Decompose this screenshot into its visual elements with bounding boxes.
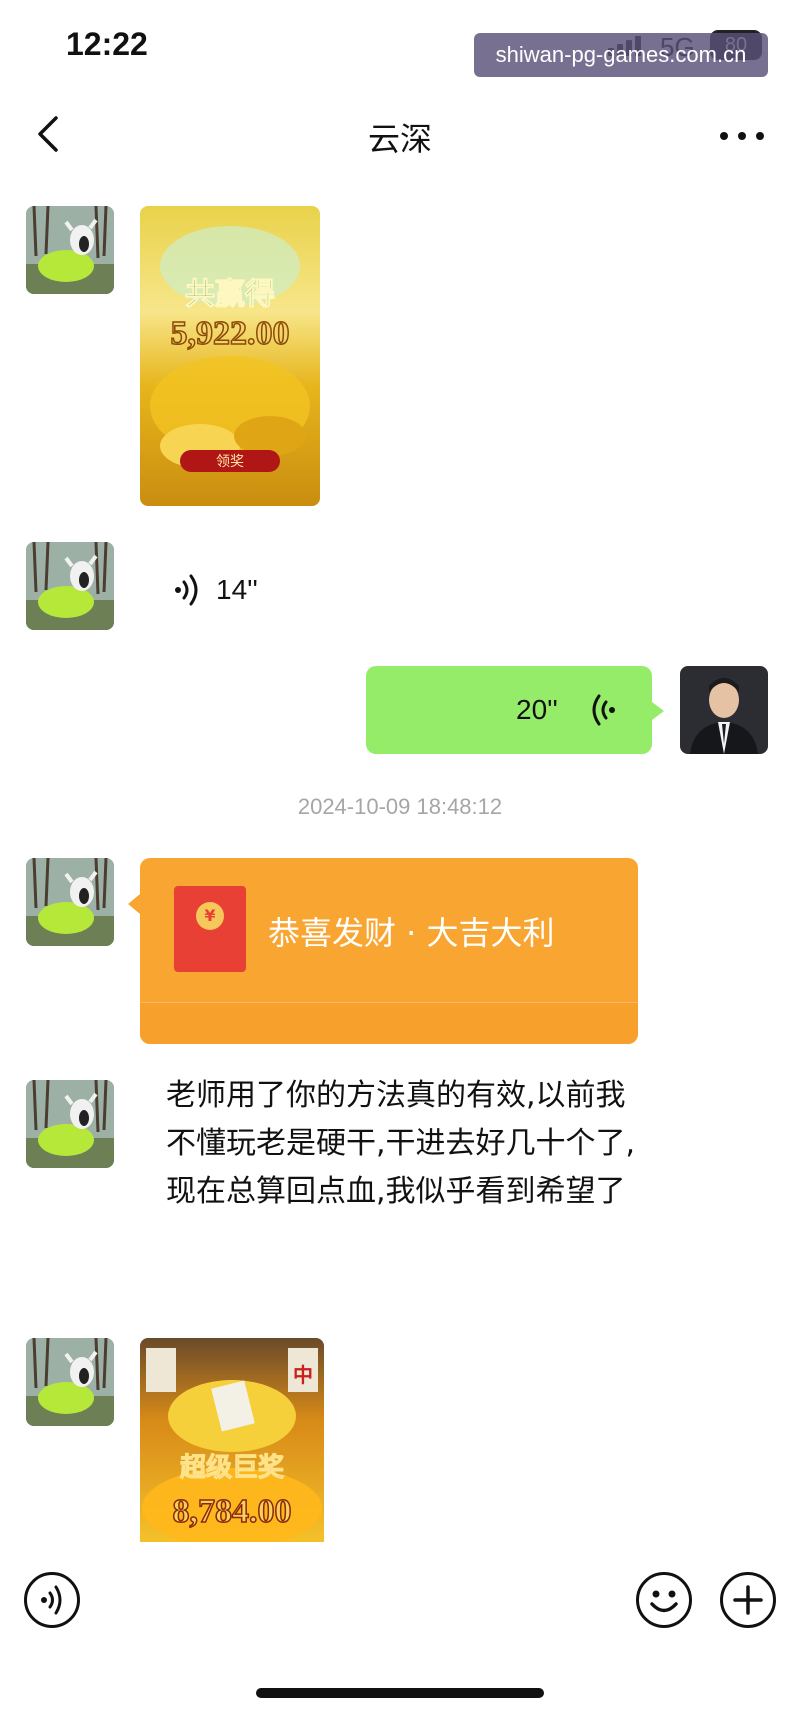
- voice-wave-icon: [592, 694, 615, 726]
- emoji-button[interactable]: [636, 1572, 692, 1628]
- emoji-icon: [650, 1590, 678, 1613]
- status-time: 12:22: [66, 26, 148, 62]
- jackpot-title: 超级巨奖: [180, 1452, 285, 1483]
- win-title: 共赢得: [185, 277, 275, 312]
- red-packet-message[interactable]: ¥ 恭喜发财 · 大吉大利: [128, 858, 638, 1044]
- contact-avatar[interactable]: [26, 542, 114, 630]
- chat-title: 云深: [367, 120, 432, 158]
- contact-avatar[interactable]: [26, 1338, 114, 1426]
- contact-avatar[interactable]: [26, 858, 114, 946]
- plus-icon: [733, 1585, 763, 1615]
- voice-wave-icon: [41, 1585, 62, 1615]
- red-packet-text: 恭喜发财 · 大吉大利: [268, 914, 555, 952]
- voice-duration: 20'': [516, 694, 558, 725]
- home-indicator: [256, 1688, 544, 1698]
- claim-button-label: 领奖: [216, 453, 244, 470]
- message-timestamp: 2024-10-09 18:48:12: [297, 794, 503, 819]
- voice-message-outgoing[interactable]: 20'': [366, 666, 664, 754]
- jackpot-amount: 8,784.00: [173, 1493, 292, 1530]
- voice-message-incoming[interactable]: 14'': [172, 564, 258, 616]
- voice-duration: 14'': [216, 574, 258, 605]
- chat-input-bar: [0, 1556, 800, 1646]
- chat-header: 云深: [0, 96, 800, 176]
- contact-avatar[interactable]: [26, 206, 114, 294]
- more-dots-icon: [720, 132, 728, 140]
- voice-input-button[interactable]: [24, 1572, 80, 1628]
- image-message[interactable]: 中 超级巨奖 8,784.00: [140, 1338, 324, 1542]
- win-amount: 5,922.00: [171, 315, 290, 352]
- red-packet-icon: ¥: [174, 886, 246, 972]
- watermark: shiwan-pg-games.com.cn: [474, 33, 768, 77]
- contact-avatar[interactable]: [26, 1080, 114, 1168]
- text-message[interactable]: 老师用了你的方法真的有效,以前我不懂玩老是硬干,干进去好几十个了,现在总算回点血…: [166, 1072, 636, 1216]
- red-packet-footer: [140, 1002, 638, 1044]
- image-message[interactable]: 共赢得 5,922.00 领奖: [140, 206, 320, 506]
- more-button[interactable]: [712, 116, 772, 156]
- add-button[interactable]: [720, 1572, 776, 1628]
- user-avatar[interactable]: [680, 666, 768, 754]
- status-bar: 12:22 5G 80 shiwan-pg-games.com.cn: [0, 0, 800, 90]
- voice-wave-icon: [175, 574, 198, 606]
- mahjong-tile-zhong: 中: [293, 1363, 313, 1387]
- coin-icon: ¥: [196, 902, 224, 930]
